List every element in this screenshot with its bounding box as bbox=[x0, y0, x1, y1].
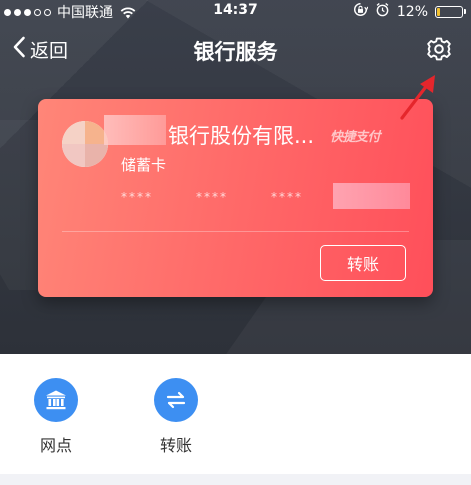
bank-name: 银行股份有限... bbox=[168, 124, 315, 148]
rotation-lock-icon bbox=[353, 2, 369, 21]
bank-icon bbox=[34, 378, 78, 422]
transfer-icon bbox=[154, 378, 198, 422]
card-type: 储蓄卡 bbox=[121, 156, 167, 174]
bank-card[interactable]: 银行股份有限... 快捷支付 储蓄卡 **** **** **** 转账 bbox=[38, 99, 433, 297]
gear-icon bbox=[425, 37, 453, 67]
battery-percent: 12% bbox=[396, 3, 428, 20]
service-transfer[interactable]: 转账 bbox=[136, 378, 216, 456]
card-number-redacted bbox=[333, 183, 410, 209]
logo-mosaic bbox=[62, 121, 85, 144]
annotation-arrow-icon bbox=[398, 72, 442, 126]
settings-button[interactable] bbox=[425, 35, 453, 63]
alarm-icon bbox=[375, 2, 390, 21]
service-label: 转账 bbox=[159, 436, 192, 455]
service-branch[interactable]: 网点 bbox=[16, 378, 96, 456]
battery-fill bbox=[437, 7, 440, 16]
service-label: 网点 bbox=[39, 436, 72, 455]
logo-mosaic bbox=[62, 144, 85, 167]
card-number-group: **** bbox=[121, 190, 153, 204]
nav-bar: 返回 银行服务 bbox=[0, 24, 471, 78]
bank-logo bbox=[62, 121, 108, 167]
bank-name-redacted bbox=[104, 115, 166, 145]
page-title: 银行服务 bbox=[193, 40, 278, 64]
quick-pay-badge: 快捷支付 bbox=[330, 130, 381, 145]
logo-mosaic bbox=[85, 144, 108, 167]
card-divider bbox=[62, 231, 409, 232]
status-bar: 中国联通 14:37 12% bbox=[0, 0, 471, 22]
battery-icon bbox=[435, 5, 466, 18]
bottom-strip bbox=[0, 474, 471, 485]
status-right: 12% bbox=[353, 2, 466, 21]
card-number-group: **** bbox=[196, 190, 228, 204]
card-number-group: **** bbox=[271, 190, 303, 204]
card-transfer-button[interactable]: 转账 bbox=[320, 245, 406, 281]
service-panel: 网点 转账 bbox=[0, 354, 471, 474]
